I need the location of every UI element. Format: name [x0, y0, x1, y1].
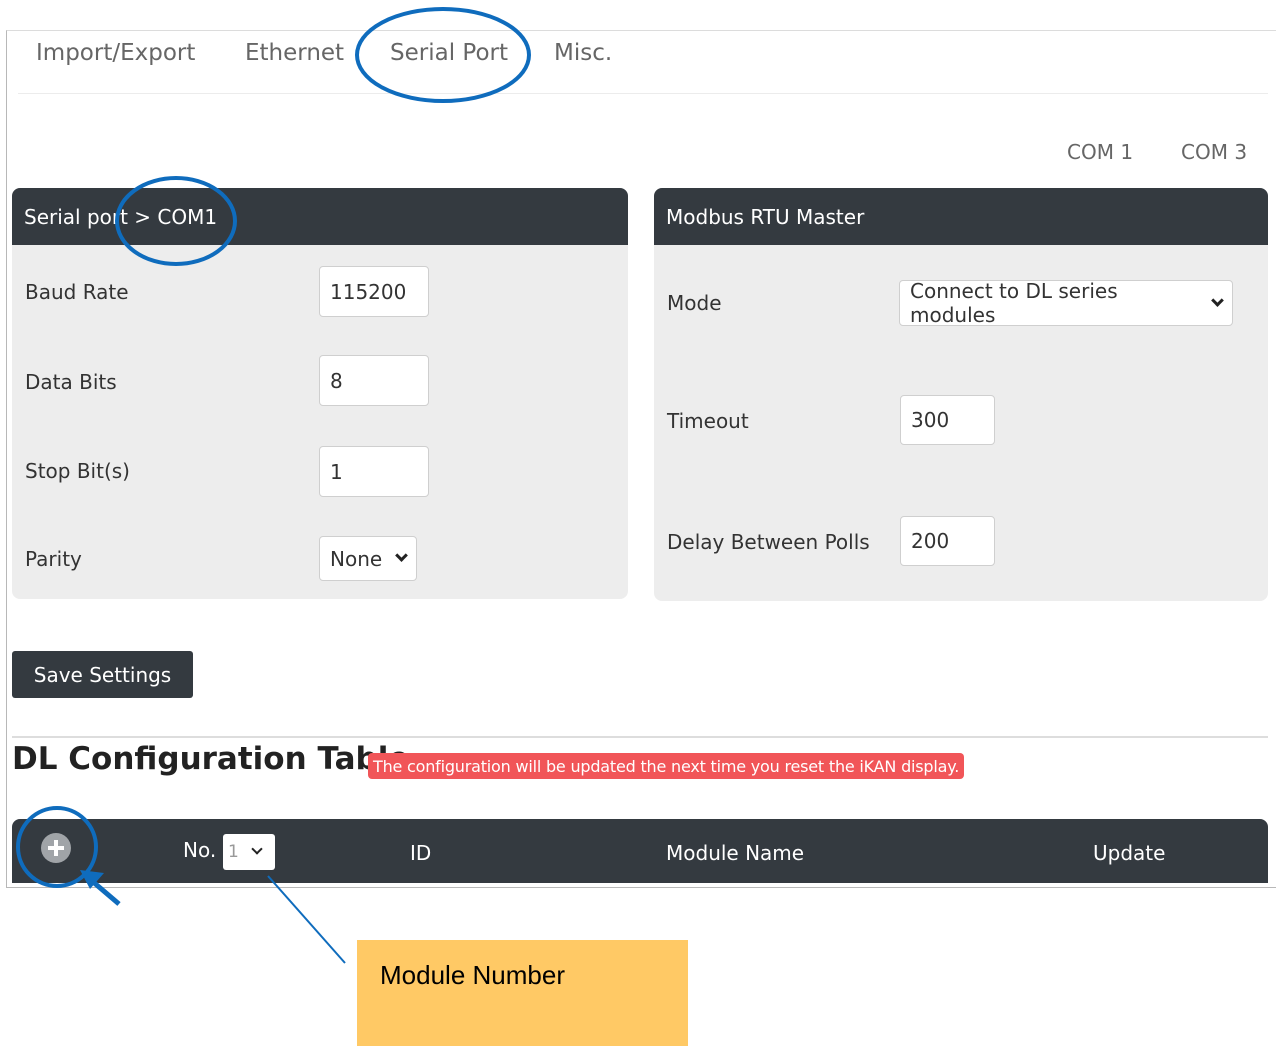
- timeout-value: 300: [911, 408, 950, 432]
- modbus-rtu-master-panel: Modbus RTU Master Mode Connect to DL ser…: [654, 188, 1268, 601]
- no-column-header: No.: [183, 838, 217, 862]
- dl-configuration-table-title: DL Configuration Table: [12, 741, 410, 777]
- tab-ethernet[interactable]: Ethernet: [245, 40, 344, 66]
- tab-import-export[interactable]: Import/Export: [36, 40, 195, 66]
- serial-port-panel: Serial port > COM1 Baud Rate 115200 Data…: [12, 188, 628, 599]
- mode-label: Mode: [667, 291, 722, 315]
- timeout-label: Timeout: [667, 409, 749, 433]
- mode-value: Connect to DL series modules: [910, 279, 1118, 327]
- module-number-value: 1: [228, 842, 239, 862]
- stop-bits-input[interactable]: 1: [319, 446, 429, 497]
- reset-notice-badge: The configuration will be updated the ne…: [368, 753, 965, 779]
- section-divider: [12, 736, 1268, 738]
- chevron-down-icon: [1211, 293, 1224, 307]
- data-bits-value: 8: [330, 368, 343, 393]
- delay-between-polls-value: 200: [911, 529, 950, 553]
- module-number-select[interactable]: 1: [223, 834, 275, 870]
- parity-select[interactable]: None: [319, 536, 417, 581]
- data-bits-label: Data Bits: [25, 370, 117, 394]
- stop-bits-value: 1: [330, 459, 343, 484]
- baud-rate-value: 115200: [330, 279, 407, 304]
- chevron-down-icon: [395, 549, 408, 562]
- callout-text: Module Number: [380, 960, 565, 990]
- delay-between-polls-label: Delay Between Polls: [667, 530, 870, 554]
- tabs-divider: [18, 93, 1268, 94]
- module-name-column-header: Module Name: [666, 841, 805, 865]
- dl-table-header: No. 1 ID Module Name Update: [12, 819, 1268, 883]
- mode-select[interactable]: Connect to DL series modules: [899, 279, 1233, 327]
- baud-rate-input[interactable]: 115200: [319, 266, 429, 317]
- baud-rate-label: Baud Rate: [25, 280, 129, 304]
- module-number-callout: Module Number: [357, 940, 688, 1046]
- com3-link[interactable]: COM 3: [1181, 140, 1247, 164]
- stop-bits-label: Stop Bit(s): [25, 459, 130, 483]
- com1-link[interactable]: COM 1: [1067, 140, 1133, 164]
- parity-value: None: [330, 546, 383, 571]
- delay-between-polls-input[interactable]: 200: [900, 516, 995, 566]
- chevron-down-icon: [251, 843, 263, 855]
- add-module-button[interactable]: [41, 833, 71, 863]
- callout-leader-line: [267, 875, 346, 964]
- update-column-header: Update: [1093, 841, 1166, 865]
- data-bits-input[interactable]: 8: [319, 355, 429, 406]
- timeout-input[interactable]: 300: [900, 395, 995, 445]
- save-settings-button[interactable]: Save Settings: [12, 651, 193, 698]
- tab-misc[interactable]: Misc.: [554, 40, 612, 66]
- modbus-panel-title: Modbus RTU Master: [654, 188, 1268, 245]
- parity-label: Parity: [25, 547, 82, 571]
- serial-port-panel-title: Serial port > COM1: [12, 188, 628, 245]
- id-column-header: ID: [410, 841, 432, 865]
- tab-serial-port[interactable]: Serial Port: [390, 40, 508, 66]
